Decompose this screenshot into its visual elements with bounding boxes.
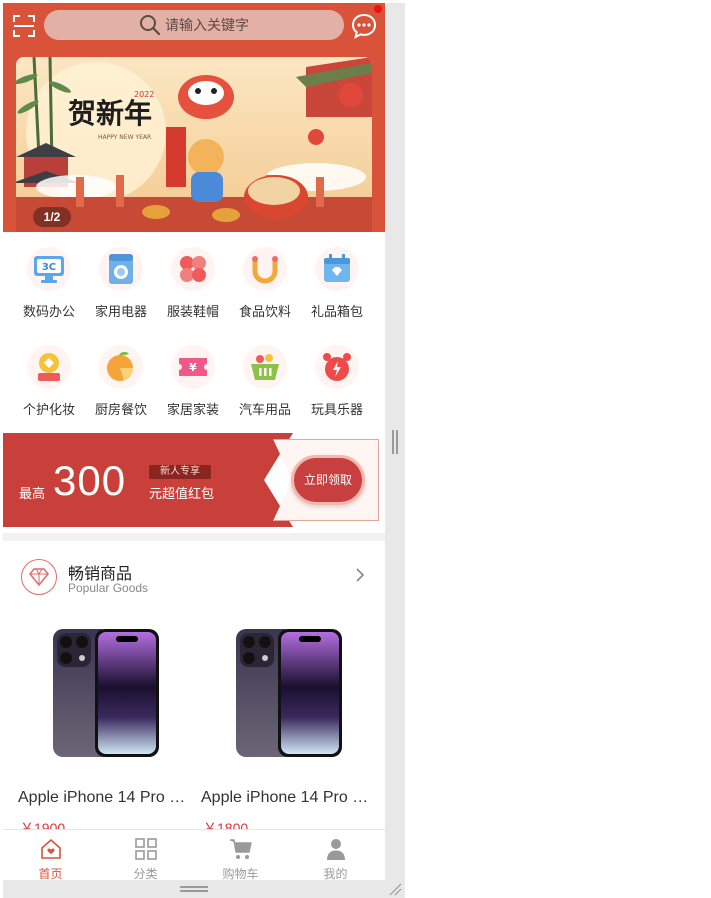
computer-3c-icon: 3C	[27, 247, 71, 291]
svg-text:¥: ¥	[189, 361, 197, 374]
category-item-digital[interactable]: 3C 数码办公	[13, 237, 85, 327]
category-item-personal-care[interactable]: 个护化妆	[13, 335, 85, 425]
banner-page-indicator: 1/2	[33, 207, 71, 227]
cosmetics-icon	[27, 345, 71, 389]
category-item-appliances[interactable]: 家用电器	[85, 237, 157, 327]
clover-icon	[171, 247, 215, 291]
mobile-app-frame: 请输入关键字 贺新年 2022 HAPPY NEW YEAR 1/2 3C 数码…	[3, 3, 385, 880]
product-card[interactable]: Apple iPhone 14 Pro Max ￥1800	[201, 615, 371, 836]
promo-description: 元超值红包	[149, 486, 215, 501]
claim-coupon-button[interactable]: 立即领取	[291, 455, 365, 505]
product-name: Apple iPhone 14 Pro Max	[18, 789, 188, 806]
basket-icon	[243, 345, 287, 389]
diamond-icon	[21, 559, 57, 595]
tab-label: 首页	[38, 867, 63, 880]
product-image	[236, 629, 342, 757]
category-item-gifts[interactable]: 礼品箱包	[301, 237, 373, 327]
search-placeholder: 请输入关键字	[165, 17, 249, 33]
category-item-auto[interactable]: 汽车用品	[229, 335, 301, 425]
alarm-clock-icon	[315, 345, 359, 389]
category-label: 汽车用品	[238, 402, 291, 417]
section-subtitle: Popular Goods	[68, 581, 149, 595]
washing-machine-icon	[99, 247, 143, 291]
tab-label: 我的	[323, 867, 348, 880]
promo-tag: 新人专享	[149, 465, 211, 479]
search-icon	[140, 15, 161, 36]
ticket-yen-icon: ¥	[171, 345, 215, 389]
smile-u-icon	[243, 247, 287, 291]
tab-category[interactable]: 分类	[98, 830, 193, 880]
chevron-right-icon[interactable]	[353, 566, 367, 584]
svg-text:贺新年: 贺新年	[68, 97, 152, 130]
category-label: 数码办公	[22, 304, 75, 319]
home-icon	[41, 839, 61, 859]
promo-red-panel	[3, 433, 293, 527]
horizontal-resize-handle[interactable]	[180, 886, 208, 892]
corner-resize-icon[interactable]	[388, 882, 402, 896]
category-item-toys[interactable]: 玩具乐器	[301, 335, 373, 425]
tab-label: 购物车	[222, 867, 259, 880]
category-label: 服装鞋帽	[166, 304, 219, 319]
svg-text:3C: 3C	[42, 262, 56, 273]
category-item-clothing[interactable]: 服装鞋帽	[157, 237, 229, 327]
tab-cart[interactable]: 购物车	[193, 830, 288, 880]
category-item-home[interactable]: ¥ 家居家装	[157, 335, 229, 425]
category-label: 厨房餐饮	[94, 402, 147, 417]
svg-text:2022: 2022	[134, 90, 154, 99]
product-image	[53, 629, 159, 757]
calendar-diamond-icon	[315, 247, 359, 291]
category-label: 个护化妆	[22, 402, 75, 417]
tab-label: 分类	[133, 867, 158, 880]
top-bar: 请输入关键字	[3, 3, 385, 49]
user-icon	[327, 839, 345, 860]
category-label: 玩具乐器	[310, 402, 363, 417]
message-icon[interactable]	[351, 13, 377, 39]
cart-icon	[230, 839, 252, 859]
tab-home[interactable]: 首页	[3, 830, 98, 880]
category-label: 食品饮料	[238, 304, 291, 319]
orange-fruit-icon	[99, 345, 143, 389]
promo-banner[interactable]: 最高 300 新人专享 元超值红包 立即领取	[3, 433, 380, 527]
vertical-resize-handle[interactable]	[392, 430, 398, 454]
section-divider	[3, 533, 385, 541]
promo-amount: 300	[53, 457, 127, 504]
grid-icon	[135, 838, 157, 860]
svg-text:HAPPY NEW YEAR: HAPPY NEW YEAR	[98, 134, 151, 141]
bottom-tab-bar: 首页 分类 购物车 我的	[3, 829, 385, 880]
search-bar[interactable]: 请输入关键字	[44, 10, 344, 40]
category-item-food[interactable]: 食品饮料	[229, 237, 301, 327]
category-label: 家用电器	[94, 304, 147, 319]
banner-carousel[interactable]: 贺新年 2022 HAPPY NEW YEAR	[16, 57, 372, 232]
notification-dot	[374, 5, 382, 13]
scan-icon[interactable]	[13, 15, 35, 37]
promo-max-label: 最高	[19, 486, 46, 501]
tab-profile[interactable]: 我的	[288, 830, 383, 880]
category-item-kitchen[interactable]: 厨房餐饮	[85, 335, 157, 425]
product-name: Apple iPhone 14 Pro Max	[201, 789, 371, 806]
banner-image: 贺新年 2022 HAPPY NEW YEAR	[16, 57, 372, 232]
category-label: 礼品箱包	[310, 304, 363, 319]
category-label: 家居家装	[166, 402, 219, 417]
product-card[interactable]: Apple iPhone 14 Pro Max ￥1900	[18, 615, 188, 836]
